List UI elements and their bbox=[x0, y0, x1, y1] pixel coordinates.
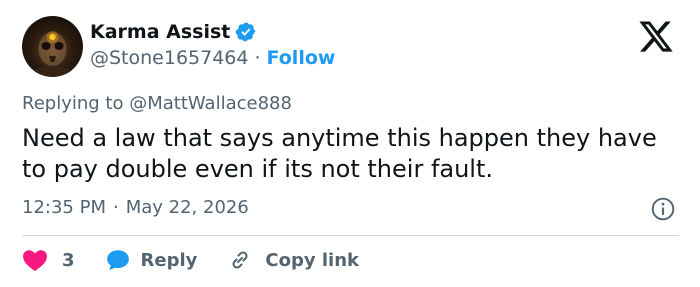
reply-bubble-icon bbox=[106, 250, 129, 270]
action-bar: 3 Reply Copy link bbox=[22, 245, 359, 275]
separator: · bbox=[112, 197, 119, 218]
heart-icon bbox=[23, 250, 47, 272]
tweet-timestamp[interactable]: 12:35 PM · May 22, 2026 bbox=[22, 197, 249, 218]
author-name[interactable]: Karma Assist bbox=[90, 21, 230, 43]
replying-to-line: Replying to @MattWallace888 bbox=[22, 93, 292, 114]
like-count: 3 bbox=[62, 249, 75, 271]
info-icon[interactable] bbox=[650, 196, 676, 222]
tweet-text: Need a law that says anytime this happen… bbox=[22, 124, 657, 183]
author-handle-row: @Stone1657464 · Follow bbox=[90, 47, 335, 69]
tweet-time: 12:35 PM bbox=[22, 197, 106, 218]
reply-label: Reply bbox=[140, 249, 198, 271]
replying-to-label: Replying to bbox=[22, 93, 124, 114]
copy-link-button[interactable]: Copy link bbox=[227, 248, 359, 272]
copy-link-label: Copy link bbox=[265, 249, 359, 271]
avatar-image bbox=[32, 31, 73, 77]
divider bbox=[22, 235, 679, 236]
author-name-row: Karma Assist bbox=[90, 19, 257, 45]
avatar[interactable] bbox=[22, 16, 83, 77]
link-icon bbox=[232, 251, 248, 269]
tweet-card: Karma Assist @Stone1657464 · Follow Repl… bbox=[0, 0, 700, 287]
like-button[interactable]: 3 bbox=[22, 248, 75, 272]
tweet-date: May 22, 2026 bbox=[125, 197, 249, 218]
x-logo-icon[interactable] bbox=[636, 18, 676, 52]
reply-button[interactable]: Reply bbox=[105, 248, 198, 272]
author-handle[interactable]: @Stone1657464 bbox=[90, 47, 249, 69]
separator: · bbox=[254, 47, 261, 69]
follow-button[interactable]: Follow bbox=[267, 47, 336, 69]
replying-to-mention[interactable]: @MattWallace888 bbox=[129, 93, 292, 114]
verified-badge-icon bbox=[236, 22, 256, 42]
